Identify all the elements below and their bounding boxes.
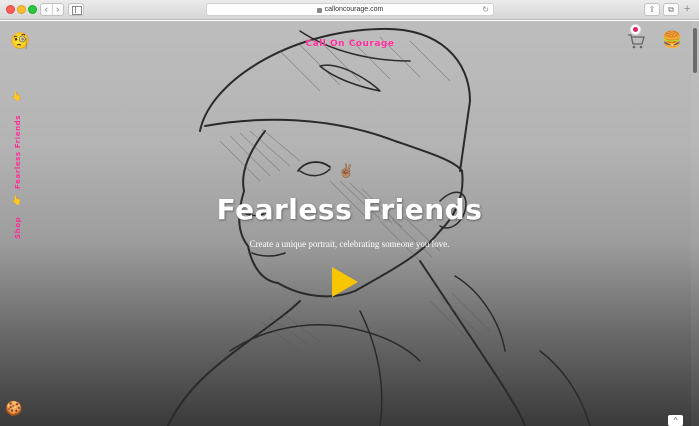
nav-link-shop[interactable]: Shop [14,217,22,239]
lock-icon [316,8,322,13]
show-tabs-icon[interactable]: ⧉ [663,3,679,16]
minimize-window-button[interactable] [17,5,26,14]
pointing-hand-icon: 👆 [11,91,23,101]
hero-title: Fearless Friends [216,193,483,226]
navigation-buttons: ‹ › [40,3,64,16]
play-video-button[interactable] [332,267,358,297]
close-window-button[interactable] [6,5,15,14]
back-button[interactable]: ‹ [41,4,52,15]
cookie-icon[interactable]: 🍪 [5,401,22,415]
reload-icon[interactable]: ↻ [482,5,489,14]
hamburger-menu-icon[interactable]: 🍔 [662,33,682,49]
brand-logo[interactable]: Call On Courage [300,39,400,49]
scroll-to-top-button[interactable]: ^ [668,415,683,426]
scrollbar-thumb[interactable] [693,28,697,73]
forward-button[interactable]: › [51,4,64,15]
hero-subtitle: Create a unique portrait, celebrating so… [249,239,450,249]
scrollbar-track[interactable] [691,21,699,426]
url-text: calloncourage.com [324,6,384,13]
shopping-cart-icon[interactable] [627,33,645,49]
share-icon[interactable]: ⇪ [644,3,660,16]
zoom-window-button[interactable] [28,5,37,14]
new-tab-button[interactable]: + [684,3,690,15]
side-navigation: 👆 Fearless Friends 👆 Shop [1,61,29,239]
hero-page: Call On Courage 🧐 👆 Fearless Friends 👆 S… [0,21,699,426]
sidebar-toggle-icon[interactable] [68,3,84,16]
address-bar[interactable]: calloncourage.com ↻ [206,3,494,16]
peace-hand-icon: ✌🏽 [338,163,355,178]
nav-link-fearless-friends[interactable]: Fearless Friends [14,115,22,189]
monocle-face-icon[interactable]: 🧐 [10,34,30,50]
browser-window: ‹ › calloncourage.com ↻ ⇪ ⧉ + Call On Co… [0,0,699,426]
cart-badge [630,24,641,35]
browser-toolbar: ‹ › calloncourage.com ↻ ⇪ ⧉ + [0,0,699,20]
pointing-hand-icon: 👆 [11,195,23,205]
